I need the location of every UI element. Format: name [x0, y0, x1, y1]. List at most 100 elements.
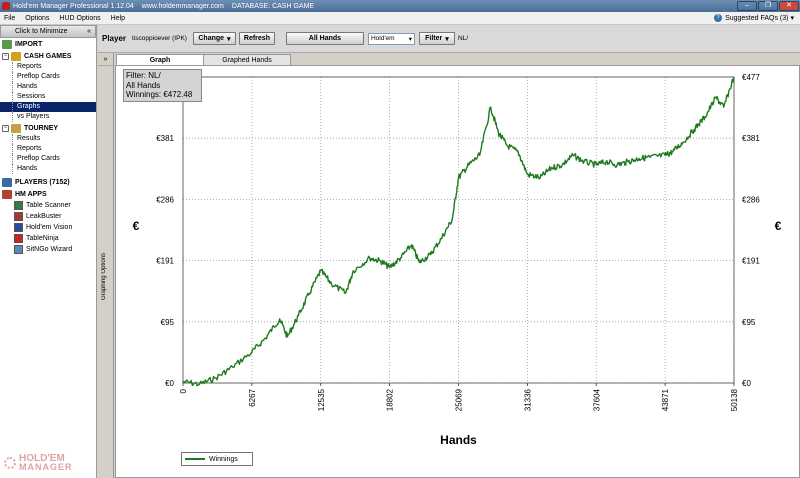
info-winnings: Winnings: €472.48	[126, 90, 193, 99]
app-leakbuster[interactable]: LeakBuster	[0, 211, 96, 222]
change-player-button[interactable]: Change ▾	[192, 32, 236, 45]
app-icon	[2, 2, 10, 10]
y-tick-label-left: €191	[156, 257, 174, 266]
app-table-scanner[interactable]: Table Scanner	[0, 200, 96, 211]
hm-apps-label: HM APPS	[15, 190, 47, 198]
tab-graph[interactable]: Graph	[116, 54, 204, 65]
menu-options[interactable]: Options	[25, 15, 49, 22]
x-tick-label: 37604	[592, 388, 601, 411]
players-icon	[2, 177, 12, 187]
x-tick-label: 50138	[730, 388, 739, 411]
sidebar-item-tourney-results[interactable]: Results	[0, 134, 96, 144]
sidebar-players[interactable]: PLAYERS (7152)	[0, 176, 96, 188]
logo-line-2: MANAGER	[19, 462, 73, 472]
all-hands-button[interactable]: All Hands	[285, 32, 364, 45]
legend-label: Winnings	[209, 455, 238, 463]
minimize-sidebar-button[interactable]: Click to Minimize «	[0, 25, 96, 38]
graphing-options-panel[interactable]: » Graphing Options	[98, 53, 114, 478]
sidebar-item-vs-players[interactable]: vs Players	[0, 112, 96, 122]
y-tick-label-right: €0	[742, 379, 751, 388]
y-axis-title-left: €	[133, 219, 140, 233]
legend-swatch	[185, 458, 205, 460]
app-tableninja[interactable]: TableNinja	[0, 233, 96, 244]
player-toolbar: Player tiscoppioever (IPK) Change ▾ Refr…	[98, 25, 800, 53]
y-tick-label-right: €286	[742, 195, 760, 204]
x-tick-label: 31336	[523, 388, 532, 411]
sidebar-hm-apps[interactable]: HM APPS	[0, 188, 96, 200]
sidebar-tourney[interactable]: − TOURNEY	[0, 122, 96, 134]
leakbuster-icon	[14, 212, 23, 221]
collapse-icon[interactable]: −	[2, 52, 9, 60]
window-url: www.holdemmanager.com	[141, 2, 224, 10]
graph-panel: 0 6267 12535 18802 25069 31336 37604 43871 50138…	[115, 65, 800, 478]
winnings-chart: 0 6267 12535 18802 25069 31336 37604 43871 50138…	[133, 73, 782, 447]
chart-grid	[182, 76, 735, 384]
sidebar-item-reports[interactable]: Reports	[0, 62, 96, 72]
app-holdem-vision[interactable]: Hold'em Vision	[0, 222, 96, 233]
app-label: Hold'em Vision	[26, 224, 73, 231]
chevron-down-icon: ▾	[408, 35, 412, 43]
import-icon	[2, 39, 12, 49]
cash-games-label: CASH GAMES	[24, 52, 72, 60]
chart-axes	[182, 76, 735, 386]
x-tick-label: 0	[179, 388, 188, 393]
x-tick-label: 12535	[317, 388, 326, 411]
y-tick-label-left: €286	[156, 195, 174, 204]
sidebar-item-tourney-preflop-cards[interactable]: Preflop Cards	[0, 154, 96, 164]
trophy-icon	[11, 123, 21, 133]
sidebar-item-hands[interactable]: Hands	[0, 82, 96, 92]
info-filter: Filter: NL/	[126, 71, 161, 80]
sidebar-item-tourney-hands[interactable]: Hands	[0, 164, 96, 174]
app-sitngo-wizard[interactable]: SitNGo Wizard	[0, 244, 96, 255]
sidebar: Click to Minimize « IMPORT − CASH GAMES …	[0, 25, 97, 478]
double-chevron-left-icon: «	[87, 28, 91, 35]
sidebar-item-tourney-reports[interactable]: Reports	[0, 144, 96, 154]
chevron-down-icon: ▾	[790, 15, 794, 22]
tourney-label: TOURNEY	[24, 124, 59, 132]
minimize-window-button[interactable]: –	[737, 1, 757, 11]
sidebar-item-preflop-cards[interactable]: Preflop Cards	[0, 72, 96, 82]
suggested-faqs[interactable]: ? Suggested FAQs (3) ▾	[714, 14, 794, 22]
y-tick-label-right: €95	[742, 318, 756, 327]
game-type-select[interactable]: Hold'em ▾	[367, 32, 415, 45]
menu-file[interactable]: File	[4, 15, 15, 22]
y-axis-title-right: €	[775, 219, 782, 233]
database-label: DATABASE: CASH GAME	[231, 2, 315, 10]
graphing-options-label[interactable]: Graphing Options	[101, 253, 107, 300]
y-tick-label-right: €191	[742, 257, 760, 266]
y-tick-label-right: €381	[742, 134, 760, 143]
collapse-icon[interactable]: −	[2, 124, 9, 132]
holdem-manager-logo: HOLD'EM MANAGER	[4, 454, 73, 472]
x-axis-title: Hands	[440, 433, 477, 447]
minimize-label: Click to Minimize	[15, 28, 68, 35]
import-label: IMPORT	[15, 40, 43, 48]
sidebar-import[interactable]: IMPORT	[0, 38, 96, 50]
menu-help[interactable]: Help	[111, 15, 125, 22]
expand-options-icon[interactable]: »	[98, 53, 113, 66]
menu-hud-options[interactable]: HUD Options	[59, 15, 100, 22]
sidebar-item-graphs[interactable]: Graphs	[0, 102, 96, 112]
sidebar-item-sessions[interactable]: Sessions	[0, 92, 96, 102]
window-title: Hold'em Manager Professional 1.12.04	[13, 2, 134, 10]
x-tick-label: 6267	[248, 388, 257, 406]
player-name: tiscoppioever (IPK)	[132, 35, 187, 42]
sidebar-cash-games[interactable]: − CASH GAMES	[0, 50, 96, 62]
app-label: Table Scanner	[26, 202, 71, 209]
refresh-button[interactable]: Refresh	[238, 32, 275, 45]
app-label: LeakBuster	[26, 213, 62, 220]
chart-legend: Winnings	[181, 452, 253, 466]
filter-button[interactable]: Filter ▾	[418, 32, 455, 45]
winnings-series-line	[182, 76, 735, 387]
maximize-window-button[interactable]: ❐	[758, 1, 778, 11]
change-label: Change	[198, 35, 225, 42]
x-tick-label: 43871	[661, 388, 670, 411]
chart-labels: 0 6267 12535 18802 25069 31336 37604 43871 50138…	[133, 73, 782, 447]
x-tick-label: 18802	[386, 388, 395, 411]
player-label: Player	[102, 34, 127, 43]
players-label: PLAYERS (7152)	[15, 178, 70, 186]
y-tick-label-left: €0	[165, 379, 174, 388]
close-window-button[interactable]: ✕	[779, 1, 799, 11]
tab-graphed-hands[interactable]: Graphed Hands	[203, 54, 291, 65]
y-tick-label-left: €381	[156, 134, 174, 143]
tableninja-icon	[14, 234, 23, 243]
